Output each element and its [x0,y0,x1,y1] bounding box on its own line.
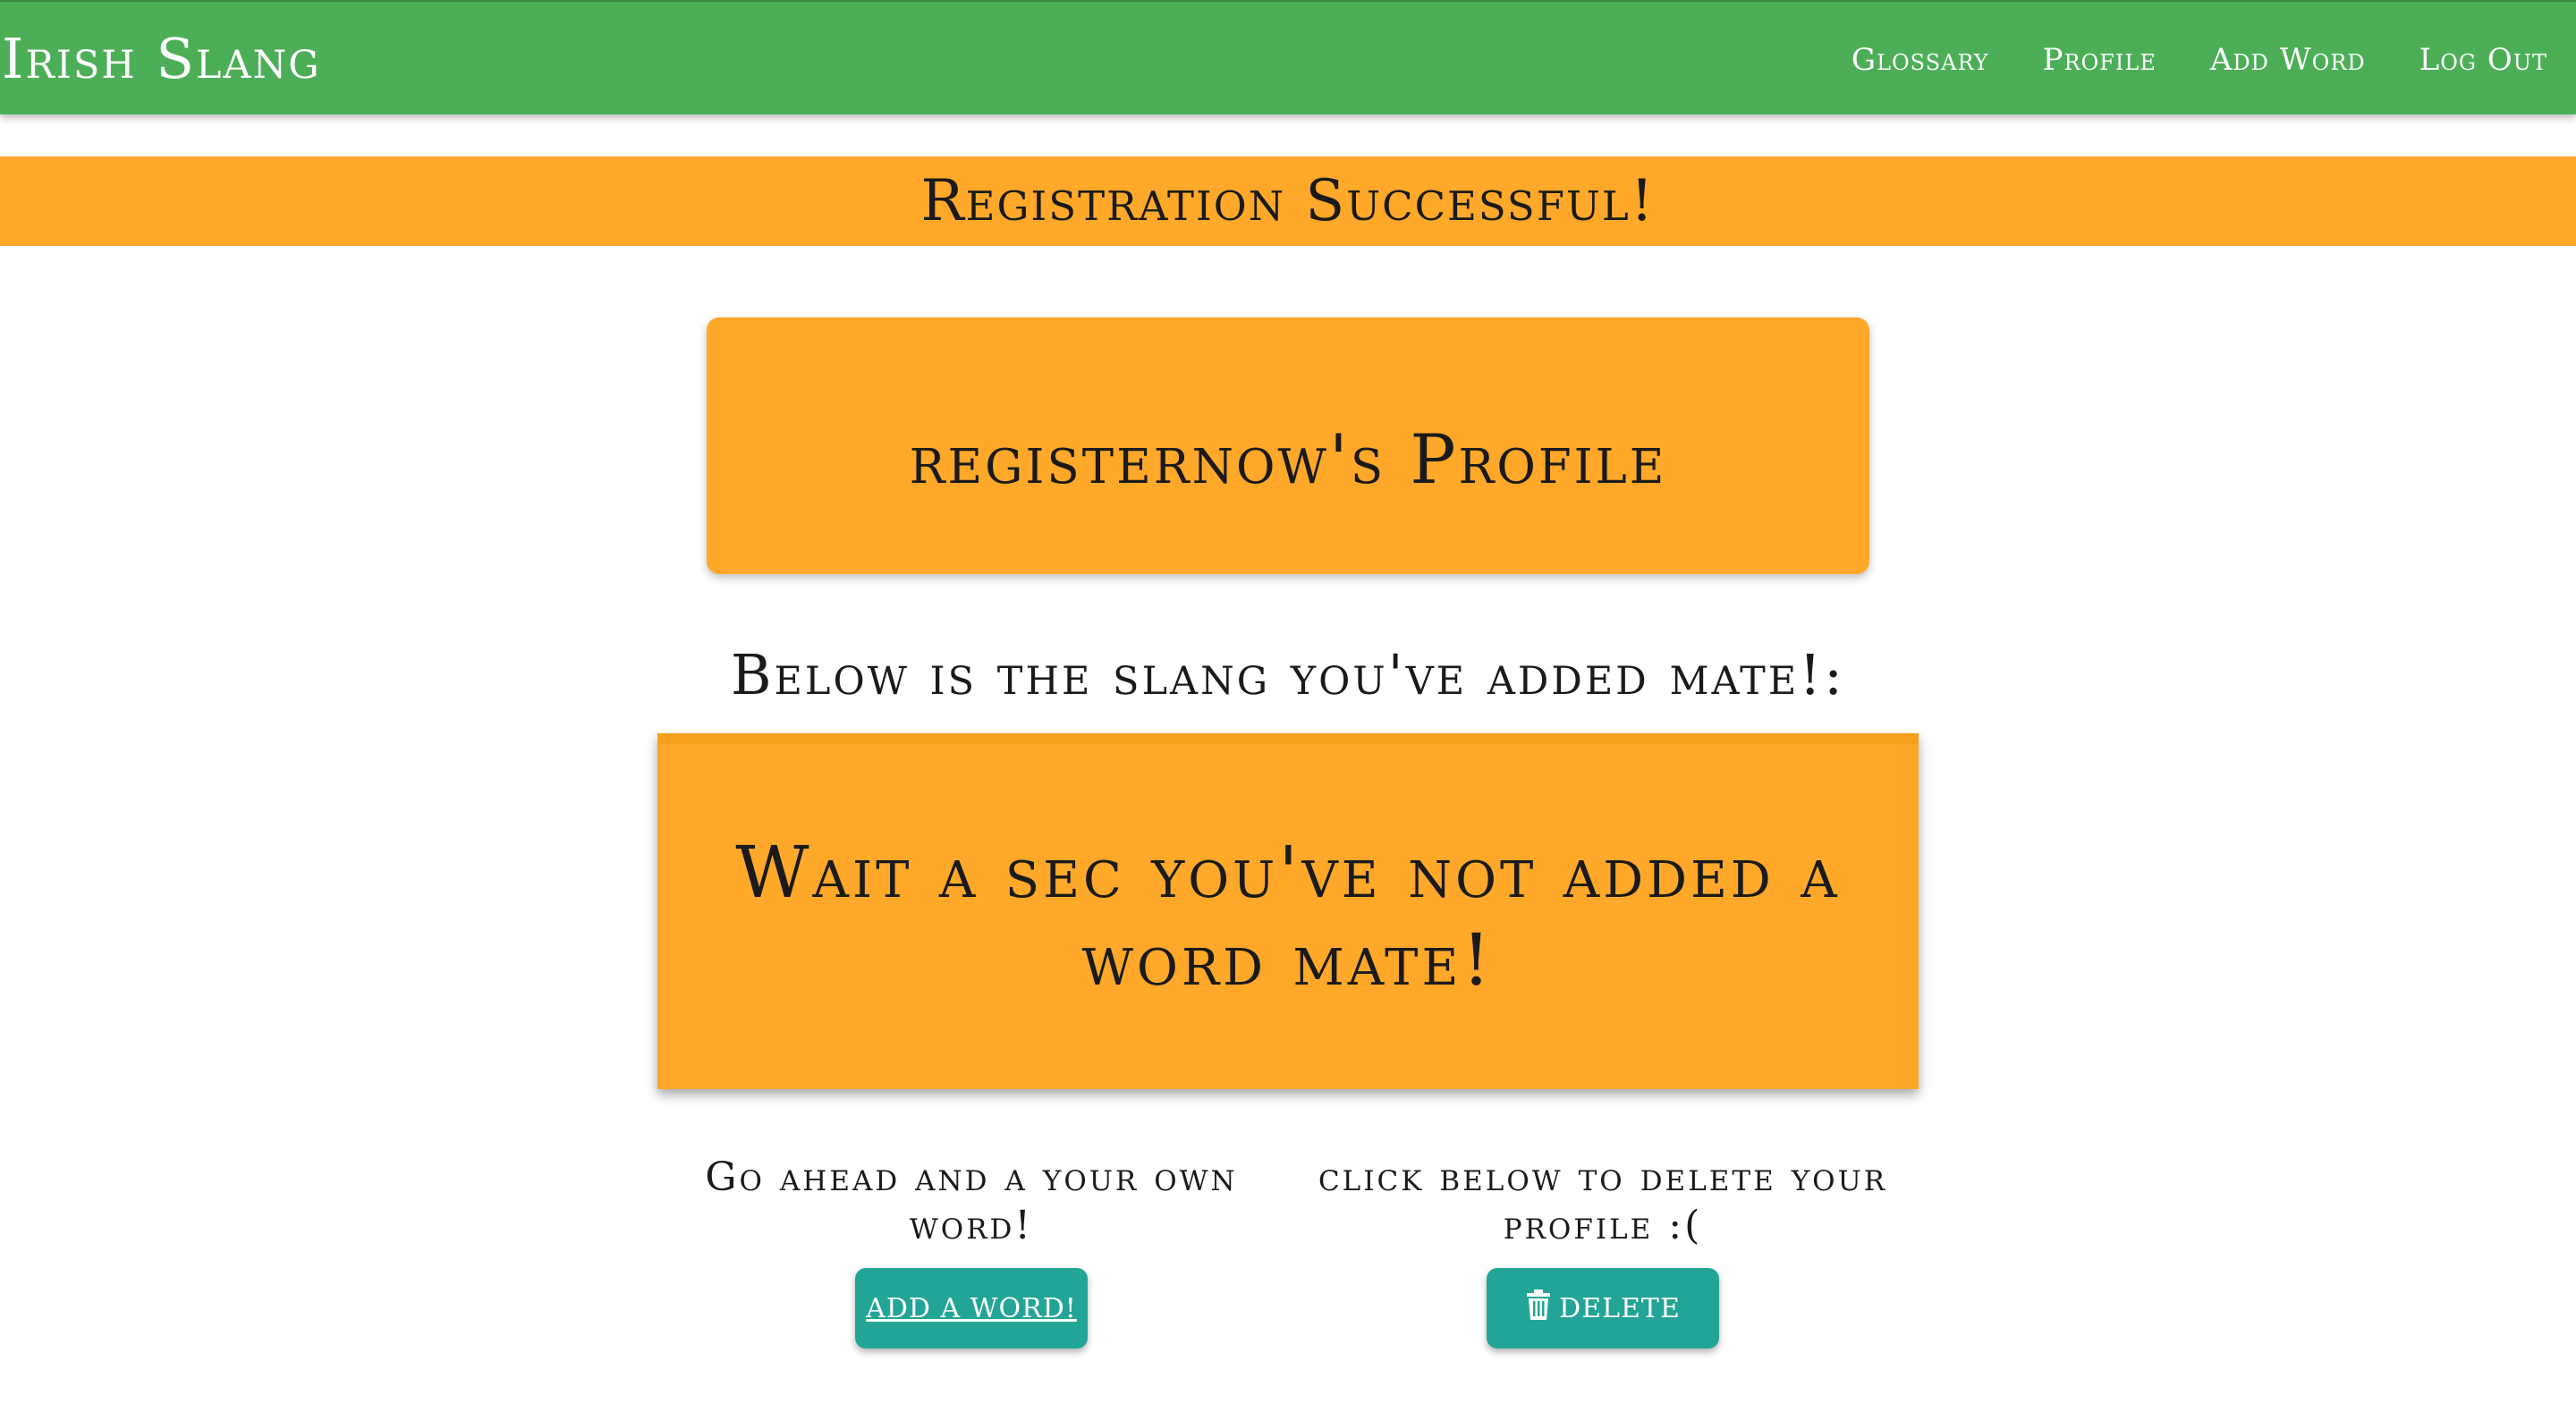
nav-link-log-out[interactable]: Log Out [2419,36,2547,84]
nav-link-glossary[interactable]: Glossary [1852,36,1989,84]
flash-message: Registration Successful! [0,156,2576,246]
delete-profile-column: click below to delete your profile :( DE… [1308,1154,1898,1349]
profile-title: registernow's Profile [909,419,1667,499]
delete-profile-prompt: click below to delete your profile :( [1318,1154,1888,1248]
delete-profile-button[interactable]: DELETE [1487,1268,1719,1349]
slang-section-heading: Below is the slang you've added mate!: [730,642,1846,707]
nav-links: Glossary Profile Add Word Log Out [1852,36,2547,84]
add-word-button[interactable]: ADD A WORD! [855,1268,1088,1349]
trash-icon [1525,1289,1552,1327]
empty-words-message: Wait a sec you've not added a word mate! [735,831,1841,1002]
profile-card: registernow's Profile [707,317,1869,574]
add-word-column: Go ahead and a your own word! ADD A WORD… [676,1154,1267,1349]
navbar: Irish Slang Glossary Profile Add Word Lo… [0,0,2576,114]
delete-button-label: DELETE [1559,1292,1681,1324]
brand-logo[interactable]: Irish Slang [2,23,321,95]
nav-link-profile[interactable]: Profile [2043,36,2157,84]
add-word-prompt: Go ahead and a your own word! [705,1154,1238,1248]
empty-words-card: Wait a sec you've not added a word mate! [657,733,1919,1089]
nav-link-add-word[interactable]: Add Word [2210,36,2366,84]
